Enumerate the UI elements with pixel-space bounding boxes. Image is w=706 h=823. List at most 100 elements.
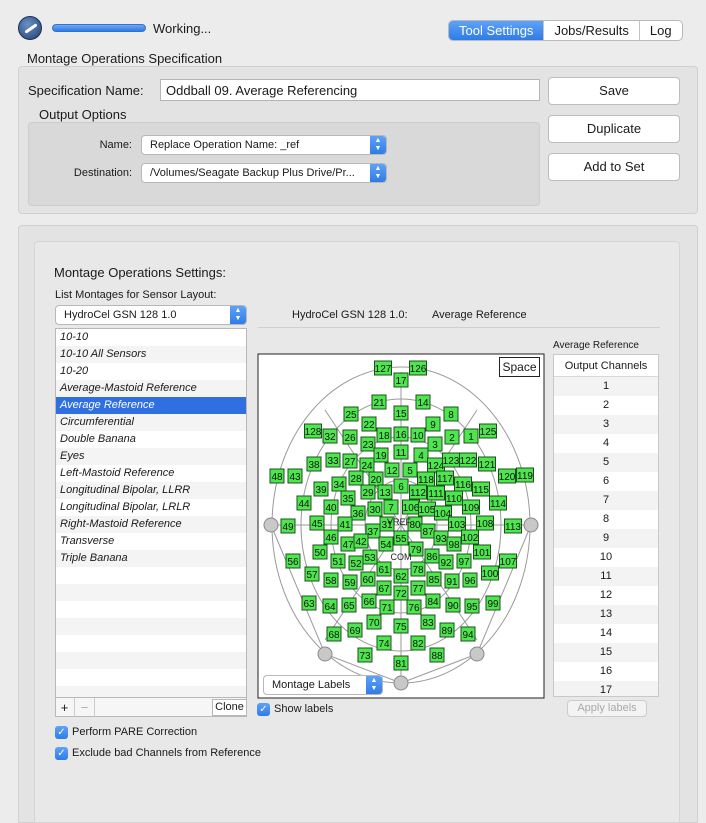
sensor-52[interactable]: 52 bbox=[348, 555, 364, 571]
sensor-10[interactable]: 10 bbox=[410, 427, 426, 443]
montage-list-item[interactable]: 10-10 All Sensors bbox=[56, 346, 246, 363]
output-channel-row[interactable]: 4 bbox=[554, 434, 658, 453]
montage-list-item[interactable]: Longitudinal Bipolar, LLRR bbox=[56, 482, 246, 499]
sensor-85[interactable]: 85 bbox=[426, 571, 442, 587]
sensor-112[interactable]: 112 bbox=[409, 484, 427, 500]
sensor-84[interactable]: 84 bbox=[425, 593, 441, 609]
sensor-26[interactable]: 26 bbox=[342, 429, 358, 445]
output-channel-row[interactable]: 2 bbox=[554, 396, 658, 415]
output-channel-row[interactable]: 9 bbox=[554, 529, 658, 548]
space-badge[interactable]: Space bbox=[499, 357, 540, 377]
output-channel-row[interactable]: 6 bbox=[554, 472, 658, 491]
sensor-72[interactable]: 72 bbox=[393, 585, 409, 601]
sensor-98[interactable]: 98 bbox=[446, 536, 462, 552]
sensor-58[interactable]: 58 bbox=[323, 572, 339, 588]
montage-list-item[interactable]: Double Banana bbox=[56, 431, 246, 448]
sensor-115[interactable]: 115 bbox=[472, 481, 490, 497]
sensor-51[interactable]: 51 bbox=[330, 553, 346, 569]
sensor-78[interactable]: 78 bbox=[410, 561, 426, 577]
output-channel-row[interactable]: 15 bbox=[554, 643, 658, 662]
sensor-53[interactable]: 53 bbox=[362, 549, 378, 565]
sensor-21[interactable]: 21 bbox=[371, 394, 387, 410]
montage-list-item[interactable]: Triple Banana bbox=[56, 550, 246, 567]
sensor-64[interactable]: 64 bbox=[322, 598, 338, 614]
sensor-33[interactable]: 33 bbox=[325, 452, 341, 468]
sensor-60[interactable]: 60 bbox=[360, 571, 376, 587]
sensor-114[interactable]: 114 bbox=[489, 495, 507, 511]
sensor-88[interactable]: 88 bbox=[429, 647, 445, 663]
sensor-100[interactable]: 100 bbox=[481, 565, 499, 581]
sensor-106[interactable]: 106 bbox=[402, 499, 420, 515]
spec-name-input[interactable]: Oddball 09. Average Referencing bbox=[160, 79, 540, 101]
sensor-125[interactable]: 125 bbox=[479, 423, 497, 439]
montage-labels-popup[interactable]: Montage Labels ▲ ▼ bbox=[263, 675, 383, 695]
sensor-42[interactable]: 42 bbox=[353, 533, 369, 549]
sensor-34[interactable]: 34 bbox=[331, 476, 347, 492]
sensor-22[interactable]: 22 bbox=[361, 416, 377, 432]
sensor-90[interactable]: 90 bbox=[445, 597, 461, 613]
output-channel-row[interactable]: 3 bbox=[554, 415, 658, 434]
sensor-107[interactable]: 107 bbox=[499, 553, 517, 569]
add-to-set-button[interactable]: Add to Set bbox=[548, 153, 680, 181]
tab-tool-settings[interactable]: Tool Settings bbox=[449, 21, 544, 40]
exclude-bad-channels-checkbox[interactable]: ✓ bbox=[55, 747, 68, 760]
sensor-126[interactable]: 126 bbox=[409, 360, 427, 376]
sensor-25[interactable]: 25 bbox=[343, 406, 359, 422]
sensor-28[interactable]: 28 bbox=[348, 470, 364, 486]
sensor-113[interactable]: 113 bbox=[504, 518, 522, 534]
sensor-73[interactable]: 73 bbox=[357, 647, 373, 663]
sensor-46[interactable]: 46 bbox=[323, 529, 339, 545]
sensor-2[interactable]: 2 bbox=[444, 429, 460, 445]
sensor-23[interactable]: 23 bbox=[360, 436, 376, 452]
sensor-92[interactable]: 92 bbox=[438, 554, 454, 570]
remove-montage-button[interactable]: − bbox=[75, 698, 95, 717]
montage-list-item[interactable]: Right-Mastoid Reference bbox=[56, 516, 246, 533]
sensor-8[interactable]: 8 bbox=[443, 406, 459, 422]
output-channel-row[interactable]: 10 bbox=[554, 548, 658, 567]
sensor-119[interactable]: 119 bbox=[516, 467, 534, 483]
sensor-18[interactable]: 18 bbox=[376, 427, 392, 443]
sensor-93[interactable]: 93 bbox=[433, 530, 449, 546]
sensor-117[interactable]: 117 bbox=[436, 470, 454, 486]
sensor-70[interactable]: 70 bbox=[366, 614, 382, 630]
sensor-54[interactable]: 54 bbox=[378, 536, 394, 552]
output-channel-row[interactable]: 11 bbox=[554, 567, 658, 586]
sensor-19[interactable]: 19 bbox=[373, 447, 389, 463]
sensor-12[interactable]: 12 bbox=[384, 462, 400, 478]
sensor-123[interactable]: 123 bbox=[442, 452, 460, 468]
output-channel-row[interactable]: 8 bbox=[554, 510, 658, 529]
montage-list[interactable]: 10-10 10-10 All Sensors 10-20 Average-Masto… bbox=[55, 328, 247, 698]
sensor-55[interactable]: 55 bbox=[393, 530, 409, 546]
sensor-81[interactable]: 81 bbox=[393, 655, 409, 671]
sensor-24[interactable]: 24 bbox=[359, 457, 375, 473]
sensor-116[interactable]: 116 bbox=[454, 476, 472, 492]
sensor-118[interactable]: 118 bbox=[417, 471, 435, 487]
output-channel-row[interactable]: 1 bbox=[554, 377, 658, 396]
clone-button[interactable]: Clone bbox=[212, 699, 247, 716]
sensor-44[interactable]: 44 bbox=[296, 495, 312, 511]
sensor-71[interactable]: 71 bbox=[379, 599, 395, 615]
sensor-48[interactable]: 48 bbox=[269, 468, 285, 484]
sensor-94[interactable]: 94 bbox=[460, 626, 476, 642]
destination-popup[interactable]: /Volumes/Seagate Backup Plus Drive/Pr...… bbox=[141, 163, 387, 183]
montage-list-item[interactable]: Transverse bbox=[56, 533, 246, 550]
output-channel-row[interactable]: 13 bbox=[554, 605, 658, 624]
sensor-121[interactable]: 121 bbox=[478, 456, 496, 472]
output-name-popup[interactable]: Replace Operation Name: _ref ▲ ▼ bbox=[141, 135, 387, 155]
sensor-61[interactable]: 61 bbox=[376, 561, 392, 577]
sensor-99[interactable]: 99 bbox=[485, 595, 501, 611]
output-channel-row[interactable]: 17 bbox=[554, 681, 658, 696]
sensor-120[interactable]: 120 bbox=[498, 468, 516, 484]
sensor-41[interactable]: 41 bbox=[337, 516, 353, 532]
sensor-102[interactable]: 102 bbox=[461, 529, 479, 545]
sensor-82[interactable]: 82 bbox=[410, 635, 426, 651]
pare-checkbox[interactable]: ✓ bbox=[55, 726, 68, 739]
sensor-67[interactable]: 67 bbox=[376, 580, 392, 596]
sensor-66[interactable]: 66 bbox=[361, 593, 377, 609]
sensor-57[interactable]: 57 bbox=[304, 566, 320, 582]
sensor-65[interactable]: 65 bbox=[341, 597, 357, 613]
output-channel-row[interactable]: 16 bbox=[554, 662, 658, 681]
sensor-108[interactable]: 108 bbox=[476, 515, 494, 531]
sensor-110[interactable]: 110 bbox=[445, 490, 463, 506]
output-channel-row[interactable]: 12 bbox=[554, 586, 658, 605]
